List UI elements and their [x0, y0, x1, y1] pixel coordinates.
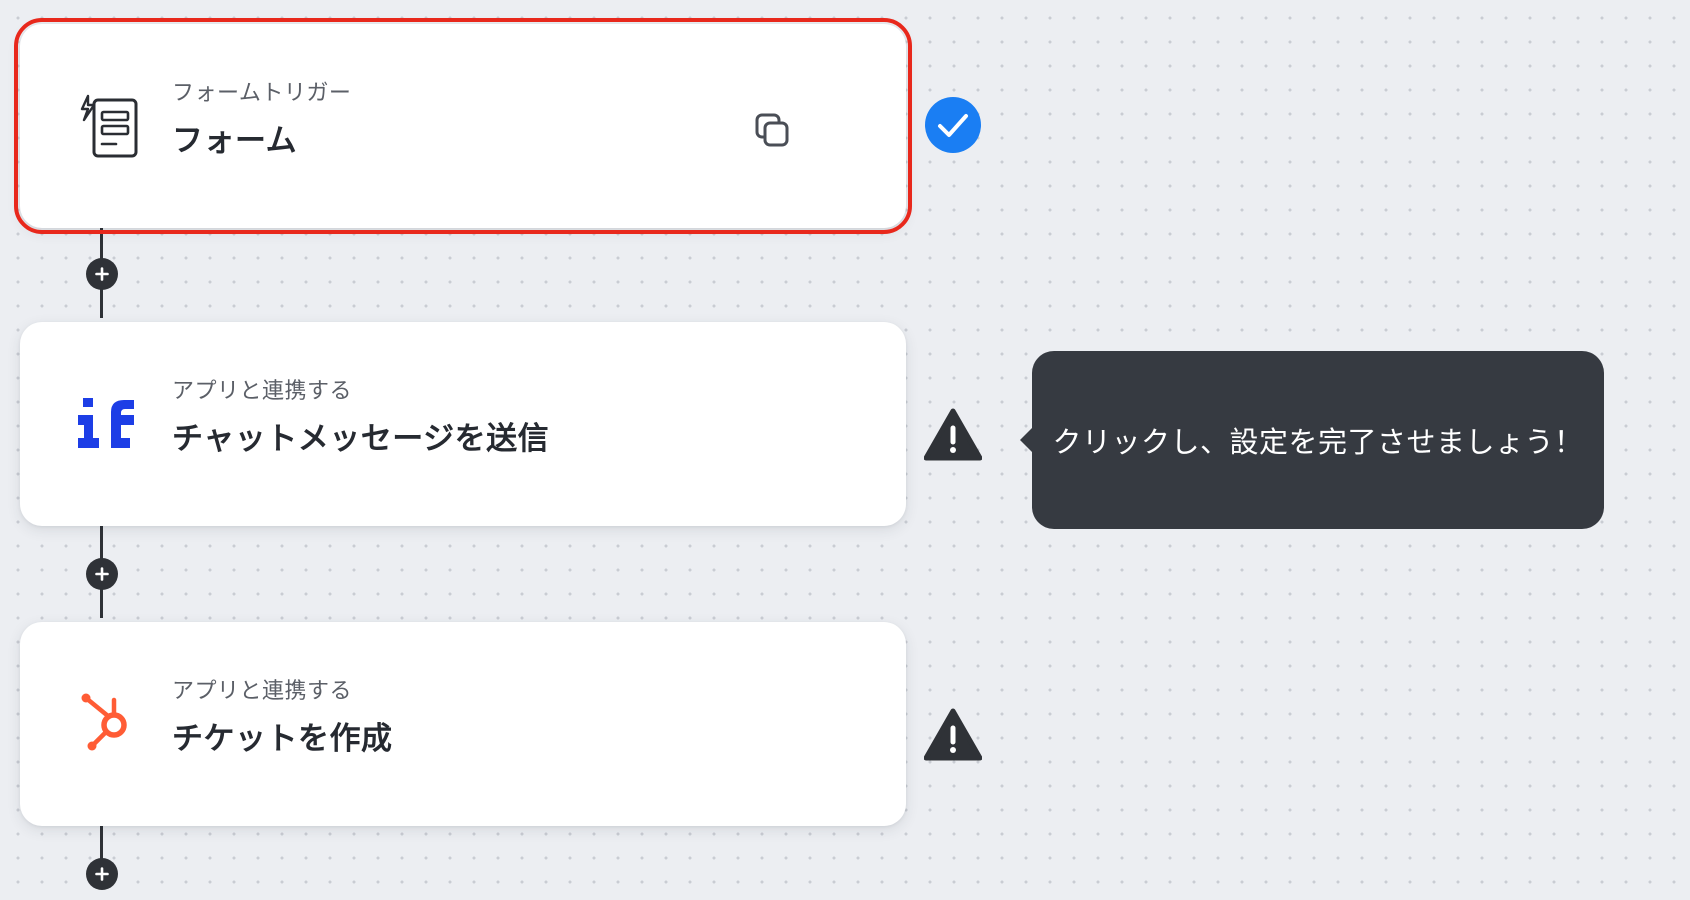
step-title: チャットメッセージを送信	[172, 421, 550, 457]
hubspot-logo	[72, 686, 148, 762]
step-title: フォーム	[172, 123, 298, 159]
add-step-button[interactable]	[86, 558, 118, 590]
step-card-chat-message[interactable]: アプリと連携する チャットメッセージを送信	[20, 322, 906, 526]
if-app-logo	[72, 386, 148, 462]
step-kind-label: アプリと連携する	[172, 379, 353, 404]
check-circle-icon	[924, 96, 982, 154]
plus-icon	[95, 267, 109, 281]
tooltip-text: クリックし、設定を完了させましょう！	[1052, 425, 1584, 459]
warning-icon	[924, 406, 982, 464]
step-title: チケットを作成	[172, 721, 393, 757]
form-trigger-icon	[72, 88, 148, 164]
step-kind-label: フォームトリガー	[172, 81, 352, 106]
warning-icon	[924, 706, 982, 764]
step-card-create-ticket[interactable]: アプリと連携する チケットを作成	[20, 622, 906, 826]
plus-icon	[95, 867, 109, 881]
tooltip: クリックし、設定を完了させましょう！	[1020, 351, 1604, 529]
add-step-button[interactable]	[86, 858, 118, 890]
step-card-form-trigger[interactable]: フォームトリガー フォーム	[14, 18, 912, 234]
copy-icon[interactable]	[750, 108, 796, 154]
plus-icon	[95, 567, 109, 581]
step-kind-label: アプリと連携する	[172, 679, 353, 704]
add-step-button[interactable]	[86, 258, 118, 290]
